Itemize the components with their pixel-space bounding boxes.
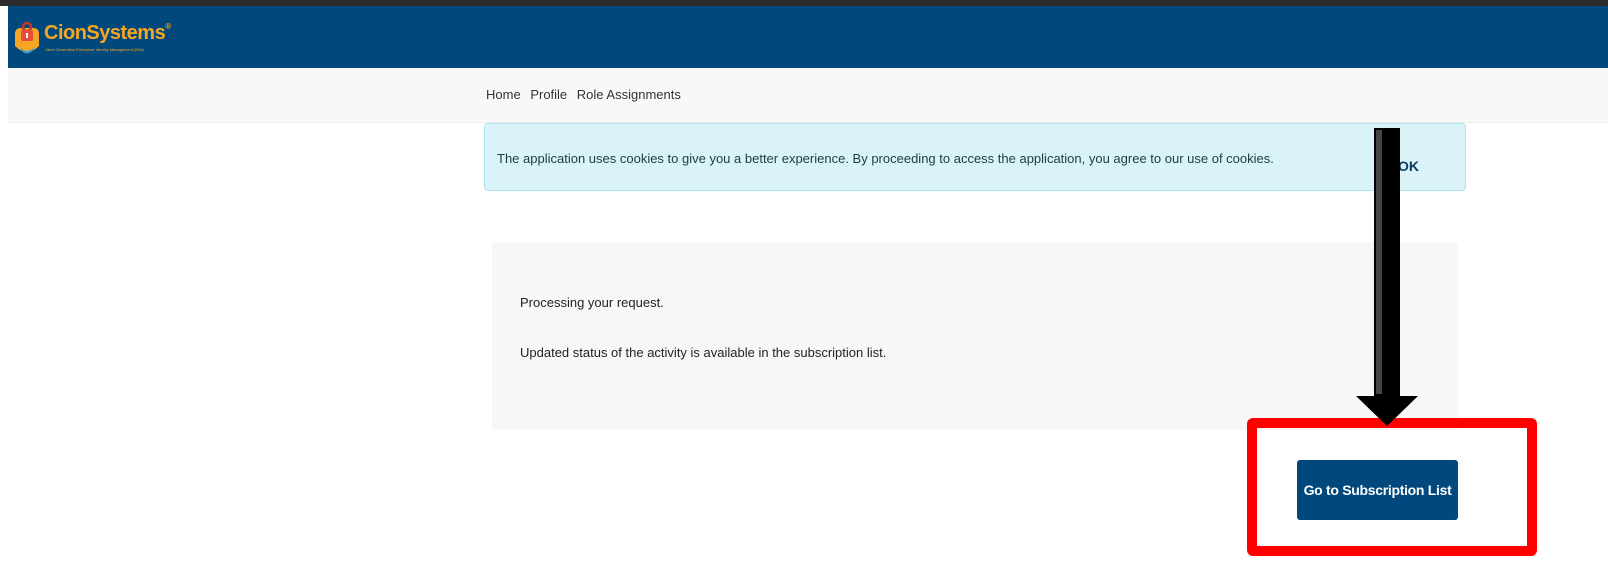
brand-name: CionSystems® — [44, 22, 171, 44]
top-navbar: Home Profile Role Assignments — [8, 68, 1608, 123]
page: CionSystems® Next Generation Enterprise … — [0, 0, 1608, 570]
brand-logo[interactable]: CionSystems® Next Generation Enterprise … — [12, 20, 182, 60]
nav-home-link[interactable]: Home — [486, 87, 521, 102]
brand-tagline: Next Generation Enterprise Identity Mana… — [46, 47, 144, 52]
status-info-message: Updated status of the activity is availa… — [520, 345, 887, 360]
go-to-subscription-list-button[interactable]: Go to Subscription List — [1297, 460, 1458, 520]
request-status-panel: Processing your request. Updated status … — [492, 242, 1458, 430]
brand-trademark: ® — [165, 22, 171, 31]
nav-profile-link[interactable]: Profile — [530, 87, 567, 102]
lock-shield-icon — [15, 21, 39, 54]
down-arrow-annotation-icon — [1356, 128, 1418, 426]
app-header: CionSystems® Next Generation Enterprise … — [8, 6, 1608, 68]
cookie-consent-banner: The application uses cookies to give you… — [484, 123, 1466, 191]
cookie-message: The application uses cookies to give you… — [497, 151, 1274, 166]
nav-links: Home Profile Role Assignments — [486, 87, 687, 102]
processing-message: Processing your request. — [520, 295, 664, 310]
nav-role-assignments-link[interactable]: Role Assignments — [577, 87, 681, 102]
